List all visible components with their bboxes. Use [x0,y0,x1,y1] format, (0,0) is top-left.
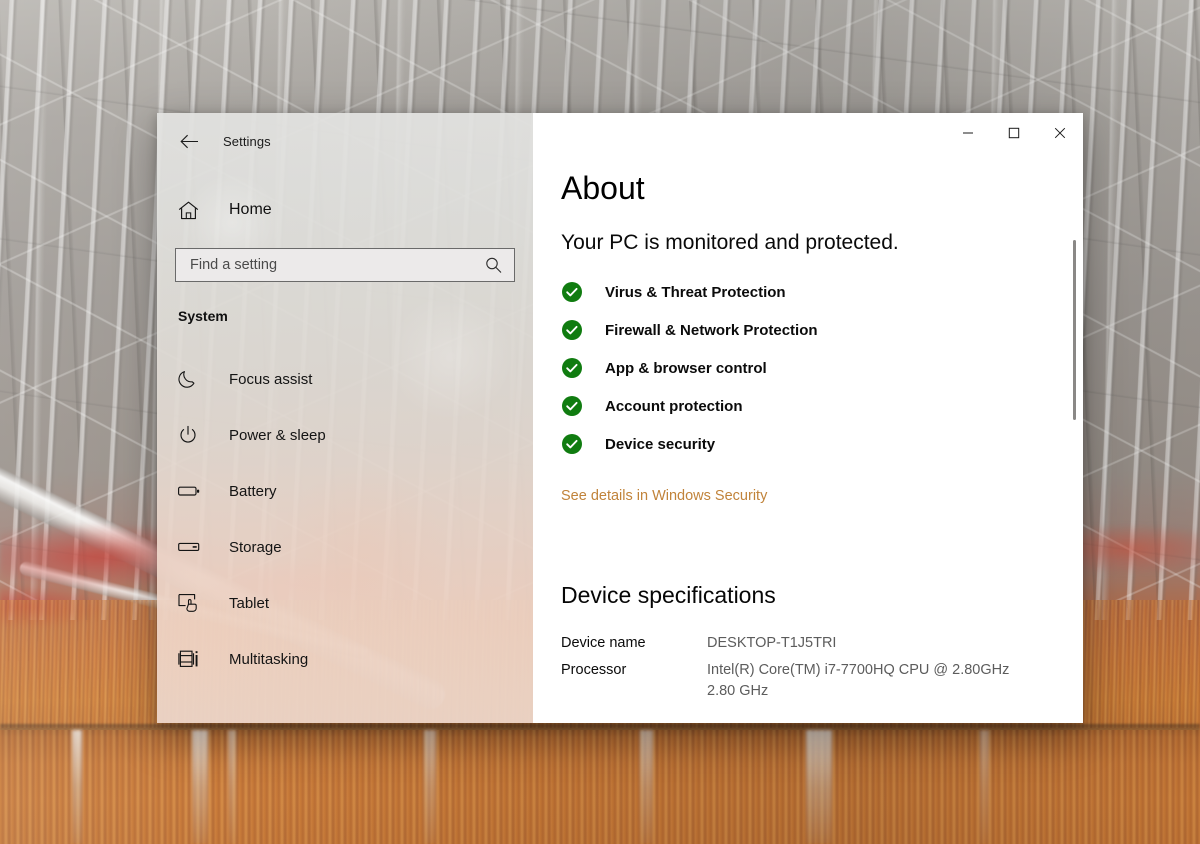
status-item-app-browser-control[interactable]: App & browser control [561,355,1083,381]
moon-icon [178,369,204,389]
status-item-virus-threat-protection[interactable]: Virus & Threat Protection [561,279,1083,305]
windows-security-details-link[interactable]: See details in Windows Security [561,488,767,504]
window-titlebar: Settings [157,113,533,161]
sidebar-nav-list: Focus assist Power & sleep Battery Stora… [157,360,533,678]
sidebar-item-home[interactable]: Home [157,193,533,227]
sidebar-item-storage[interactable]: Storage [157,528,533,566]
scrollbar-thumb[interactable] [1073,240,1076,420]
back-arrow-icon[interactable] [167,125,211,157]
device-specifications-table: Device name DESKTOP-T1J5TRI Processor In… [561,633,1009,708]
status-item-label: App & browser control [605,359,767,377]
check-circle-icon [561,357,583,379]
sidebar-item-multitasking[interactable]: Multitasking [157,640,533,678]
sidebar-item-home-label: Home [229,201,272,218]
spec-key: Device name [561,635,646,651]
search-input[interactable] [176,249,482,281]
protection-status-text: Your PC is monitored and protected. [561,231,899,254]
security-status-list: Virus & Threat Protection Firewall & Net… [561,279,1083,457]
sidebar-item-label: Battery [229,482,277,500]
status-item-firewall-network-protection[interactable]: Firewall & Network Protection [561,317,1083,343]
power-icon [178,425,204,445]
minimize-button[interactable] [945,113,991,153]
status-item-label: Device security [605,435,716,453]
status-item-label: Account protection [605,397,743,415]
table-row: Device name DESKTOP-T1J5TRI [561,633,1009,660]
check-circle-icon [561,281,583,303]
tablet-touch-icon [178,593,204,613]
spec-value: DESKTOP-T1J5TRI [707,635,837,651]
sidebar-item-label: Multitasking [229,650,309,668]
spec-value: Intel(R) Core(TM) i7-7700HQ CPU @ 2.80GH… [707,662,1010,700]
search-icon[interactable] [485,257,502,274]
sidebar-item-label: Power & sleep [229,426,326,444]
sidebar-item-label: Storage [229,538,282,556]
navigation-pane: Settings Home Find a setting System Focu… [157,113,533,723]
app-title: Settings [223,133,271,149]
status-item-label: Virus & Threat Protection [605,283,786,301]
table-row: Processor Intel(R) Core(TM) i7-7700HQ CP… [561,660,1009,708]
sidebar-item-label: Tablet [229,594,270,612]
home-icon [178,201,204,220]
device-specifications-heading: Device specifications [561,582,776,608]
search-box[interactable] [175,248,515,282]
check-circle-icon [561,395,583,417]
sidebar-item-tablet[interactable]: Tablet [157,584,533,622]
status-item-label: Firewall & Network Protection [605,321,818,339]
desktop-screen: Settings Home Find a setting System Focu… [0,0,1200,844]
window-controls [945,113,1083,153]
settings-window: Settings Home Find a setting System Focu… [157,113,1083,723]
storage-icon [178,541,204,553]
sidebar-item-focus-assist[interactable]: Focus assist [157,360,533,398]
status-item-device-security[interactable]: Device security [561,431,1083,457]
sidebar-item-battery[interactable]: Battery [157,472,533,510]
nav-group-title: System [178,308,228,324]
sidebar-item-label: Focus assist [229,370,313,388]
maximize-button[interactable] [991,113,1037,153]
content-scroll-area: About Your PC is monitored and protected… [533,113,1083,723]
sidebar-item-power-sleep[interactable]: Power & sleep [157,416,533,454]
spec-key: Processor [561,662,627,679]
page-title: About [561,170,645,206]
status-item-account-protection[interactable]: Account protection [561,393,1083,419]
check-circle-icon [561,433,583,455]
check-circle-icon [561,319,583,341]
multitasking-icon [178,649,204,669]
content-pane: About Your PC is monitored and protected… [533,113,1083,723]
battery-icon [178,484,204,498]
close-button[interactable] [1037,113,1083,153]
content-scrollbar[interactable] [1067,113,1083,723]
